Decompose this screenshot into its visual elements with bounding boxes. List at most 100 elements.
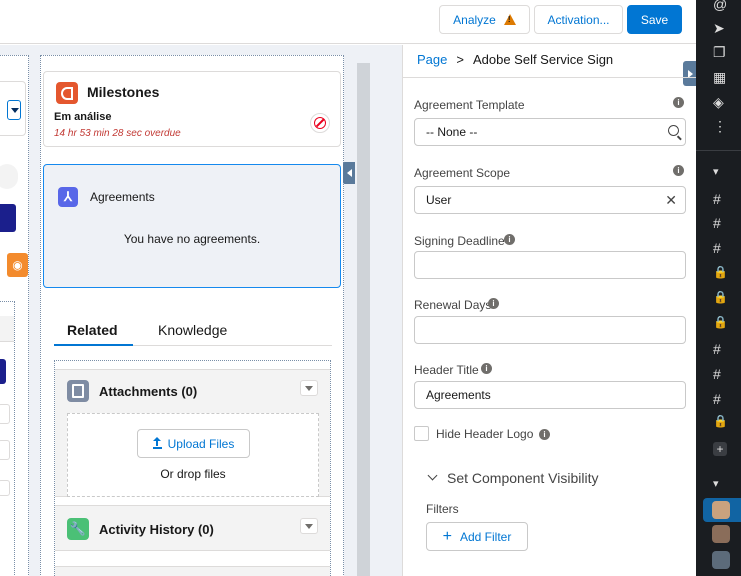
more-icon[interactable]: ⋮ [713, 118, 727, 134]
attachments-title[interactable]: Attachments (0) [99, 384, 197, 399]
signing-deadline-label: Signing Deadline [414, 234, 505, 248]
related-lists-region: Attachments (0) Upload Files Or drop fil… [54, 360, 331, 576]
info-icon[interactable]: i [488, 298, 499, 309]
activity-menu-button[interactable] [300, 518, 318, 534]
lock-icon[interactable]: 🔒 [713, 264, 728, 280]
header-title-label: Header Title [414, 363, 479, 377]
left-card [0, 81, 26, 136]
breadcrumb-separator: > [456, 52, 464, 67]
adobe-sign-icon: ⅄ [58, 187, 78, 207]
layers-icon[interactable]: ◈ [713, 94, 724, 110]
add-filter-button[interactable]: + Add Filter [426, 522, 528, 551]
warning-icon [503, 14, 516, 25]
mention-icon[interactable]: @ [713, 0, 727, 12]
channel-hash-icon[interactable]: # [713, 240, 721, 256]
left-select[interactable] [7, 100, 21, 120]
breadcrumb-page-link[interactable]: Page [417, 52, 447, 67]
activation-label: Activation... [547, 12, 610, 27]
milestone-status: Em análise [54, 111, 112, 123]
header-title-input[interactable]: Agreements [414, 381, 686, 409]
chevron-down-icon[interactable]: ▾ [713, 476, 719, 492]
channel-hash-icon[interactable]: # [713, 366, 721, 382]
add-channel-icon[interactable]: + [713, 442, 727, 456]
attachments-card: Attachments (0) Upload Files Or drop fil… [55, 369, 330, 497]
chevron-down-icon[interactable] [427, 470, 438, 481]
tab-related[interactable]: Related [67, 322, 118, 338]
attachment-icon [67, 380, 89, 402]
chevron-down-icon[interactable]: ▾ [713, 164, 719, 180]
activity-history-title[interactable]: Activity History (0) [99, 522, 214, 537]
info-icon[interactable]: i [504, 234, 515, 245]
file-drop-zone[interactable]: Upload Files Or drop files [67, 413, 319, 497]
agreement-scope-combobox[interactable]: User ✕ [414, 186, 686, 214]
milestones-card: Milestones Em análise 14 hr 53 min 28 se… [43, 71, 341, 147]
agreement-template-label: Agreement Template [414, 98, 525, 112]
canvas-scrollbar[interactable] [357, 63, 370, 576]
info-icon[interactable]: i [673, 97, 684, 108]
panel-collapse-handle[interactable] [683, 61, 697, 86]
send-icon[interactable]: ➤ [713, 20, 725, 36]
properties-panel: Page > Adobe Self Service Sign Agreement T… [402, 45, 697, 576]
copy-icon[interactable]: ❐ [713, 44, 726, 60]
canvas-collapse-handle[interactable] [343, 162, 355, 184]
set-component-visibility-toggle[interactable]: Set Component Visibility [447, 470, 598, 486]
hide-header-logo-label: Hide Header Logo [436, 427, 534, 441]
info-icon[interactable]: i [539, 429, 550, 440]
add-icon: + [442, 527, 452, 545]
channel-hash-icon[interactable]: # [713, 391, 721, 407]
agreements-empty-message: You have no agreements. [123, 232, 261, 246]
agreement-scope-value: User [426, 193, 452, 207]
building-icon[interactable]: ▦ [713, 69, 726, 85]
chat-sidebar: @ ➤ ❐ ▦ ◈ ⋮ ▾ # # # 🔒 🔒 🔒 # # # 🔒 + ▾ [696, 0, 741, 576]
activation-button[interactable]: Activation... [534, 5, 623, 34]
eye-icon[interactable]: ◉ [7, 253, 28, 277]
renewal-days-input[interactable] [414, 316, 686, 344]
agreement-scope-label: Agreement Scope [414, 166, 511, 180]
dm-item-active[interactable] [703, 498, 741, 522]
drop-files-label: Or drop files [160, 467, 226, 481]
stop-icon[interactable] [310, 113, 330, 133]
signing-deadline-input[interactable] [414, 251, 686, 279]
analyze-label: Analyze [453, 12, 496, 27]
tab-knowledge[interactable]: Knowledge [158, 322, 227, 338]
agreements-title: Agreements [90, 190, 155, 204]
main-column-region: Milestones Em análise 14 hr 53 min 28 se… [40, 55, 344, 576]
hide-header-logo-checkbox[interactable] [414, 426, 429, 441]
add-filter-label: Add Filter [459, 529, 512, 544]
upload-icon [152, 436, 162, 449]
activity-history-card: 🔧 Activity History (0) [55, 505, 330, 551]
breadcrumb: Page > Adobe Self Service Sign [417, 52, 613, 67]
channel-hash-icon[interactable]: # [713, 341, 721, 357]
clear-icon[interactable]: ✕ [665, 193, 677, 207]
upload-files-button[interactable]: Upload Files [137, 429, 250, 458]
related-tabs: Related Knowledge [54, 314, 332, 346]
avatar[interactable] [712, 551, 730, 569]
lock-icon[interactable]: 🔒 [713, 289, 728, 305]
left-pill [0, 164, 18, 189]
lock-icon[interactable]: 🔒 [713, 314, 728, 330]
filters-label: Filters [426, 502, 459, 516]
info-icon[interactable]: i [673, 165, 684, 176]
agreement-template-combobox[interactable]: -- None -- [414, 118, 686, 146]
analyze-button[interactable]: Analyze [439, 5, 530, 34]
channel-hash-icon[interactable]: # [713, 191, 721, 207]
lock-icon[interactable]: 🔒 [713, 413, 728, 429]
info-icon[interactable]: i [481, 363, 492, 374]
attachments-menu-button[interactable] [300, 380, 318, 396]
left-dark-button[interactable] [0, 204, 16, 232]
wrench-icon: 🔧 [67, 518, 89, 540]
channel-hash-icon[interactable]: # [713, 215, 721, 231]
active-tab-indicator [54, 344, 133, 346]
search-icon [668, 125, 679, 136]
milestone-icon [56, 82, 78, 104]
next-related-card [55, 566, 330, 576]
agreements-card[interactable]: ⅄ Agreements You have no agreements. [43, 164, 341, 288]
milestone-overdue: 14 hr 53 min 28 sec overdue [54, 128, 181, 139]
header-title-value: Agreements [426, 388, 491, 402]
agreement-template-value: -- None -- [426, 125, 478, 139]
avatar[interactable] [712, 525, 730, 543]
divider [696, 150, 741, 151]
upload-files-label: Upload Files [167, 436, 235, 451]
divider [403, 77, 697, 78]
save-button[interactable]: Save [627, 5, 682, 34]
